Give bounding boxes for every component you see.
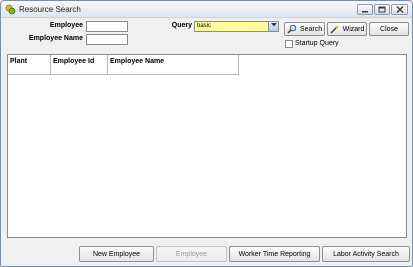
chevron-down-icon [270,22,277,31]
minimize-icon [361,7,369,13]
column-header-employee-id[interactable]: Employee Id [51,55,108,75]
close-button[interactable]: Close [369,22,409,36]
query-value: basic [197,23,212,29]
query-select[interactable]: basic [194,21,279,32]
startup-query-checkbox[interactable] [285,40,293,48]
startup-query-label: Startup Query [295,40,339,47]
worker-time-reporting-label: Worker Time Reporting [238,250,311,258]
labor-activity-search-button[interactable]: Labor Activity Search [322,246,410,262]
minimize-button[interactable] [357,4,373,15]
wizard-button[interactable]: Wizard [327,22,367,36]
maximize-icon [378,6,386,13]
labor-activity-search-label: Labor Activity Search [333,250,399,258]
new-employee-button-label: New Employee [92,250,141,258]
close-button-label: Close [380,25,398,33]
employee-name-input[interactable] [86,34,128,45]
footer-bar: New Employee Employee Worker Time Report… [1,241,412,266]
column-header-plant[interactable]: Plant [8,55,51,75]
employee-button-label: Employee [175,250,208,258]
search-button[interactable]: Search [284,22,325,36]
grid-header-spacer [239,55,406,75]
search-icon [287,24,297,34]
employee-input[interactable] [86,21,128,32]
dropdown-arrow-button[interactable] [268,22,278,31]
employee-name-label: Employee Name [28,35,83,42]
query-label: Query [171,22,192,29]
resource-search-window: Resource Search Employee Employee Name Q… [0,0,413,267]
wizard-button-label: Wizard [342,25,365,33]
results-grid[interactable]: Plant Employee Id Employee Name [7,54,407,238]
worker-time-reporting-button[interactable]: Worker Time Reporting [229,246,320,262]
grid-body[interactable] [8,75,406,237]
title-bar[interactable]: Resource Search [1,1,412,18]
wand-icon [330,24,340,34]
close-icon [396,6,404,13]
column-header-employee-name[interactable]: Employee Name [108,55,239,75]
employee-button[interactable]: Employee [156,246,227,262]
grid-header: Plant Employee Id Employee Name [8,55,406,75]
new-employee-button[interactable]: New Employee [79,246,154,262]
window-title: Resource Search [19,5,81,14]
app-icon [5,4,16,15]
search-button-label: Search [299,25,323,33]
employee-label: Employee [49,22,83,29]
window-close-button[interactable] [391,4,408,15]
maximize-button[interactable] [374,4,390,15]
